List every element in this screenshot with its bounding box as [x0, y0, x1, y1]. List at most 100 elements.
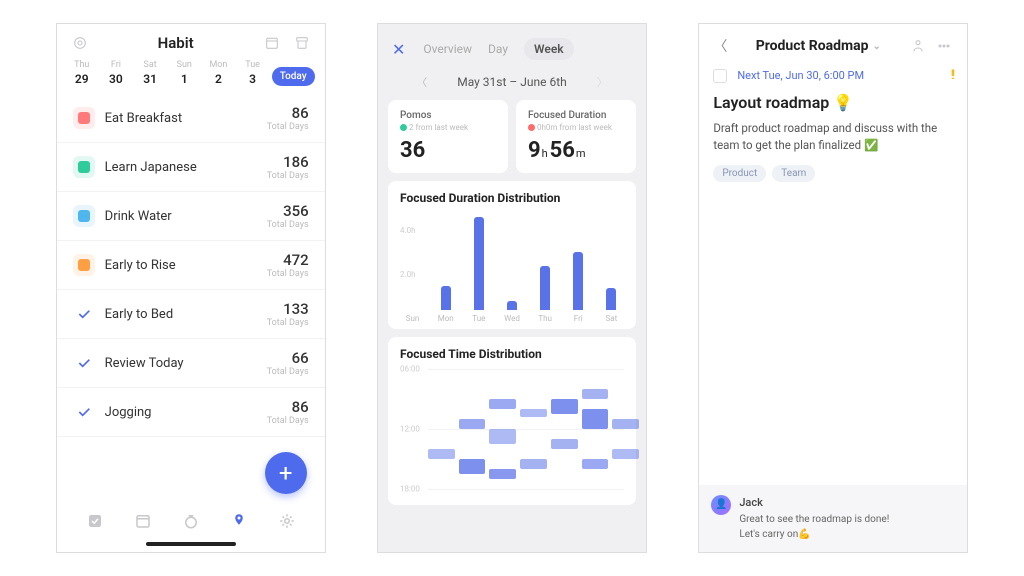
bar-column: Thu: [535, 266, 556, 323]
heat-cell: [520, 459, 547, 469]
duration-distribution-card: Focused Duration Distribution 4.0h 2.0h …: [388, 181, 636, 329]
next-range-button[interactable]: 〉: [597, 74, 608, 90]
task-header: 〈 Product Roadmap ⌄: [699, 24, 967, 64]
close-icon[interactable]: ✕: [392, 40, 405, 59]
tag[interactable]: Product: [713, 165, 766, 182]
time-label: 12:00: [400, 425, 420, 434]
card-label: Focused Duration: [528, 110, 624, 121]
habit-title: Early to Rise: [105, 258, 267, 273]
range-tab[interactable]: Overview: [423, 42, 472, 56]
bar-column: Mon: [435, 286, 456, 323]
target-icon[interactable]: [71, 34, 89, 52]
day-column[interactable]: Sun1: [169, 60, 199, 86]
habit-title: Drink Water: [105, 209, 267, 224]
chart-title: Focused Duration Distribution: [400, 191, 624, 205]
tag[interactable]: Team: [772, 165, 815, 182]
habit-row[interactable]: Early to Rise 472Total Days: [57, 241, 325, 290]
pomos-card: Pomos 2 from last week 36: [388, 100, 508, 173]
back-icon[interactable]: 〈: [713, 36, 727, 56]
calendar-icon[interactable]: [263, 34, 281, 52]
stats-screen: ✕ Overview Day Week 〈 May 31st – June 6th …: [377, 23, 647, 553]
habit-list: Eat Breakfast 86Total DaysLearn Japanese…: [57, 94, 325, 502]
habit-row[interactable]: Learn Japanese 186Total Days: [57, 143, 325, 192]
habit-row[interactable]: Review Today 66Total Days: [57, 339, 325, 388]
share-icon[interactable]: [909, 37, 927, 55]
heat-cell: [489, 429, 516, 444]
day-column[interactable]: Thu29: [67, 60, 97, 86]
habit-title: Jogging: [105, 405, 267, 420]
heat-cell: [551, 399, 578, 414]
habit-row[interactable]: Early to Bed 133Total Days: [57, 290, 325, 339]
summary-cards: Pomos 2 from last week 36 Focused Durati…: [378, 100, 646, 173]
range-label: May 31st – June 6th: [457, 75, 567, 89]
habit-title: Early to Bed: [105, 307, 267, 322]
add-habit-button[interactable]: +: [265, 452, 307, 494]
day-column[interactable]: Fri30: [101, 60, 131, 86]
task-title[interactable]: Layout roadmap 💡: [713, 93, 953, 112]
y-tick: 4.0h: [400, 226, 416, 235]
archive-icon[interactable]: [293, 34, 311, 52]
habit-row[interactable]: Eat Breakfast 86Total Days: [57, 94, 325, 143]
today-button[interactable]: Today: [272, 67, 315, 86]
habit-row[interactable]: Drink Water 356Total Days: [57, 192, 325, 241]
heat-cell: [459, 459, 486, 474]
task-detail-screen: 〈 Product Roadmap ⌄ Next Tue, Jun 30, 6:…: [698, 23, 968, 553]
heat-cell: [428, 449, 455, 459]
day-column[interactable]: Mon2: [203, 60, 233, 86]
habit-title: Review Today: [105, 356, 267, 371]
day-column[interactable]: Tue3: [238, 60, 268, 86]
tab-pomo-icon[interactable]: [182, 512, 200, 534]
tab-habit-icon[interactable]: [230, 512, 248, 534]
habit-row[interactable]: Jogging 86Total Days: [57, 388, 325, 437]
date-range: 〈 May 31st – June 6th 〉: [378, 70, 646, 100]
stats-header: ✕ Overview Day Week: [378, 24, 646, 70]
tag-list: Product Team: [713, 165, 953, 182]
comment-row: 👤 Jack Great to see the roadmap is done!…: [699, 485, 967, 553]
delta-up-icon: [400, 124, 407, 131]
heat-cell: [612, 449, 639, 459]
due-date[interactable]: Next Tue, Jun 30, 6:00 PM: [737, 69, 940, 82]
heat-cell: [489, 469, 516, 479]
habit-count: 133Total Days: [267, 300, 309, 328]
habit-count: 356Total Days: [267, 202, 309, 230]
range-tabs: Overview Day Week: [423, 38, 573, 60]
bar-column: Tue: [468, 217, 489, 323]
range-tab[interactable]: Day: [488, 42, 508, 56]
list-title[interactable]: Product Roadmap ⌄: [735, 38, 901, 54]
habit-title: Learn Japanese: [105, 160, 267, 175]
task-description[interactable]: Draft product roadmap and discuss with t…: [713, 120, 953, 155]
chart-title: Focused Time Distribution: [400, 347, 624, 361]
card-value: 9h56m: [528, 138, 624, 163]
habit-header: Habit: [57, 24, 325, 58]
bar-column: Wed: [501, 301, 522, 323]
bar-column: Fri: [568, 252, 589, 323]
heat-cell: [459, 419, 486, 429]
avatar: 👤: [711, 495, 731, 515]
tab-calendar-icon[interactable]: [134, 512, 152, 534]
heat-cell: [582, 389, 609, 399]
time-distribution-card: Focused Time Distribution 06:0012:0018:0…: [388, 337, 636, 505]
task-checkbox[interactable]: [713, 69, 727, 83]
bar-chart: 4.0h 2.0h SunMonTueWedThuFriSat: [400, 213, 624, 323]
priority-flag[interactable]: !!: [951, 68, 954, 83]
check-icon: [73, 401, 95, 423]
tab-settings-icon[interactable]: [278, 512, 296, 534]
page-title: Habit: [158, 34, 194, 52]
check-icon: [73, 352, 95, 374]
heatmap: 06:0012:0018:00: [400, 369, 624, 499]
card-value: 36: [400, 138, 496, 163]
heat-cell: [489, 399, 516, 409]
habit-screen: Habit Thu29Fri30Sat31Sun1Mon2Tue3Today E…: [56, 23, 326, 553]
task-meta: Next Tue, Jun 30, 6:00 PM !!: [699, 64, 967, 93]
week-row: Thu29Fri30Sat31Sun1Mon2Tue3Today: [57, 58, 325, 94]
tab-tasks-icon[interactable]: [86, 512, 104, 534]
habit-icon: [73, 254, 95, 276]
bar-column: Sun: [402, 310, 423, 323]
habit-count: 186Total Days: [267, 153, 309, 181]
task-body: Layout roadmap 💡 Draft product roadmap a…: [699, 93, 967, 182]
day-column[interactable]: Sat31: [135, 60, 165, 86]
range-tab[interactable]: Week: [524, 38, 574, 60]
prev-range-button[interactable]: 〈: [416, 74, 427, 90]
time-label: 18:00: [400, 485, 420, 494]
more-icon[interactable]: [935, 37, 953, 55]
